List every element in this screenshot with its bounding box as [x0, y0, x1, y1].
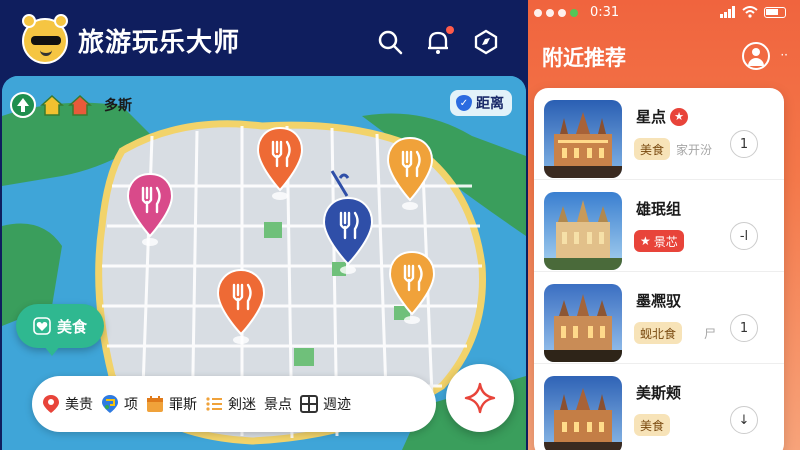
app-header: 旅游玩乐大师 [0, 0, 528, 80]
category-item[interactable]: 週迹 [300, 394, 351, 414]
food-pin-icon[interactable] [126, 170, 174, 250]
place-thumbnail [544, 100, 622, 178]
navigate-fab-button[interactable] [446, 364, 514, 432]
status-time: 0:31 [590, 5, 620, 20]
grid-icon [300, 395, 318, 413]
star-badge-icon: ★ [670, 107, 689, 126]
avatar-icon[interactable] [742, 42, 770, 70]
category-bar: 美贵 项 罪斯 剣迷 景点 週迹 [32, 376, 436, 432]
place-thumbnail [544, 376, 622, 450]
location-chip[interactable]: 多斯 [10, 90, 132, 120]
shield-check-icon: ✓ [456, 95, 472, 111]
signal-icon [720, 6, 735, 18]
item-action-button[interactable]: 1 [730, 314, 758, 342]
nearby-panel: 0:31 附近推荐 ·· 星点 ★ 美食 家开汾 1 雄珉组 ★ 景芯 -l 墨… [528, 0, 800, 450]
category-item[interactable]: 罪斯 [146, 394, 197, 414]
place-title: 墨凞驭 [636, 292, 682, 310]
food-filter-bubble[interactable]: 美食 [16, 304, 104, 356]
list-item[interactable]: 墨凞驭 蚬北食 尸 1 [534, 272, 784, 364]
navigation-arrow-icon [10, 92, 36, 118]
compass-icon[interactable] [472, 28, 500, 56]
google-pin-icon [102, 395, 118, 413]
place-thumbnail [544, 284, 622, 362]
category-tag: ★ 景芯 [634, 230, 684, 252]
place-subtitle: 尸 [704, 327, 717, 341]
item-action-button[interactable]: -l [730, 222, 758, 250]
house-icon [40, 94, 64, 116]
food-bubble-label: 美食 [56, 317, 87, 336]
category-tag: 美食 [634, 414, 671, 436]
bear-logo-icon [22, 14, 68, 64]
food-pin-icon[interactable] [388, 248, 436, 328]
list-icon [206, 397, 222, 411]
place-title: 美斯颊 [636, 384, 682, 402]
item-action-button[interactable]: 1 [730, 130, 758, 158]
map-panel: 旅游玩乐大师 多斯 ✓ 距离 美食 美贵 项 罪斯 剣迷 景点 週迹 [0, 0, 528, 450]
location-label: 多斯 [104, 98, 132, 114]
place-title: 雄珉组 [636, 200, 682, 218]
app-title: 旅游玩乐大师 [78, 28, 241, 58]
place-title: 星点 ★ [636, 106, 689, 127]
distance-button[interactable]: ✓ 距离 [450, 90, 512, 116]
food-pin-icon[interactable] [216, 266, 266, 348]
category-item[interactable]: 美贵 [42, 394, 93, 414]
list-item[interactable]: 美斯颊 美食 ↓ [534, 364, 784, 450]
place-subtitle: 家开汾 [676, 143, 713, 157]
category-tag: 美食 [634, 138, 671, 160]
search-icon[interactable] [376, 28, 404, 56]
recommendation-list: 星点 ★ 美食 家开汾 1 雄珉组 ★ 景芯 -l 墨凞驭 蚬北食 尸 1 美斯… [534, 88, 784, 450]
distance-label: 距离 [476, 96, 504, 112]
star-icon: ★ [640, 234, 651, 248]
battery-icon [764, 6, 786, 18]
pin-icon [43, 395, 59, 413]
list-item[interactable]: 星点 ★ 美食 家开汾 1 [534, 88, 784, 180]
wifi-icon [742, 6, 758, 18]
list-item[interactable]: 雄珉组 ★ 景芯 -l [534, 180, 784, 272]
window-dots [534, 9, 578, 17]
more-icon[interactable]: ·· [780, 48, 788, 62]
app-root: 旅游玩乐大师 多斯 ✓ 距离 美食 美贵 项 罪斯 剣迷 景点 週迹 0:31 … [0, 0, 800, 450]
bell-icon[interactable] [424, 26, 454, 56]
calendar-icon [147, 396, 163, 412]
heart-icon [33, 317, 51, 335]
city-map[interactable]: 多斯 ✓ 距离 美食 美贵 项 罪斯 剣迷 景点 週迹 [2, 76, 526, 450]
category-item[interactable]: 剣迷 [205, 394, 256, 414]
category-item[interactable]: 项 [101, 394, 138, 414]
food-pin-icon[interactable] [322, 194, 374, 278]
category-item[interactable]: 景点 [264, 394, 292, 414]
panel-title: 附近推荐 [542, 46, 626, 70]
item-action-button[interactable]: ↓ [730, 406, 758, 434]
notification-dot [446, 26, 454, 34]
status-icons [720, 6, 786, 18]
house-icon [68, 94, 92, 116]
place-thumbnail [544, 192, 622, 270]
food-pin-icon[interactable] [386, 134, 434, 214]
sparkle-icon [464, 382, 496, 414]
status-bar: 0:31 [528, 0, 800, 28]
category-tag: 蚬北食 [634, 322, 683, 344]
food-pin-icon[interactable] [256, 124, 304, 204]
